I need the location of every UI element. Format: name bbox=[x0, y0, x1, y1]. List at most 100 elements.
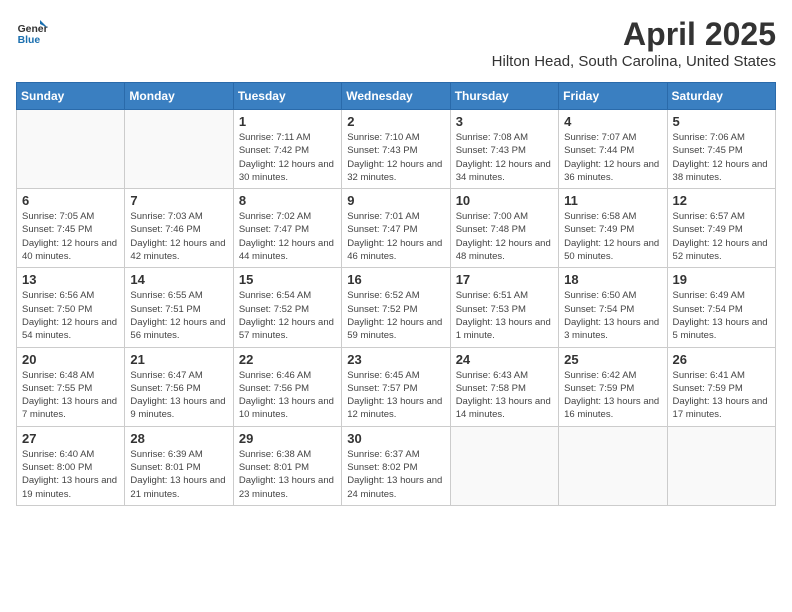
day-info: Sunrise: 6:46 AM Sunset: 7:56 PM Dayligh… bbox=[239, 369, 336, 422]
calendar-week-row: 20 Sunrise: 6:48 AM Sunset: 7:55 PM Dayli… bbox=[17, 347, 776, 426]
calendar-cell bbox=[667, 426, 775, 505]
day-number: 4 bbox=[564, 114, 661, 129]
calendar-week-row: 27 Sunrise: 6:40 AM Sunset: 8:00 PM Dayli… bbox=[17, 426, 776, 505]
calendar-cell: 22 Sunrise: 6:46 AM Sunset: 7:56 PM Dayli… bbox=[233, 347, 341, 426]
day-number: 15 bbox=[239, 272, 336, 287]
calendar-week-row: 13 Sunrise: 6:56 AM Sunset: 7:50 PM Dayli… bbox=[17, 268, 776, 347]
day-number: 19 bbox=[673, 272, 770, 287]
day-info: Sunrise: 7:01 AM Sunset: 7:47 PM Dayligh… bbox=[347, 210, 444, 263]
month-title: April 2025 bbox=[492, 16, 776, 53]
calendar-cell: 3 Sunrise: 7:08 AM Sunset: 7:43 PM Daylig… bbox=[450, 110, 558, 189]
page-header: General Blue April 2025 Hilton Head, Sou… bbox=[16, 16, 776, 70]
day-info: Sunrise: 7:06 AM Sunset: 7:45 PM Dayligh… bbox=[673, 131, 770, 184]
day-header-saturday: Saturday bbox=[667, 83, 775, 110]
day-number: 18 bbox=[564, 272, 661, 287]
logo: General Blue bbox=[16, 16, 48, 48]
calendar-cell: 16 Sunrise: 6:52 AM Sunset: 7:52 PM Dayli… bbox=[342, 268, 450, 347]
calendar-cell: 26 Sunrise: 6:41 AM Sunset: 7:59 PM Dayli… bbox=[667, 347, 775, 426]
day-info: Sunrise: 6:42 AM Sunset: 7:59 PM Dayligh… bbox=[564, 369, 661, 422]
day-info: Sunrise: 6:47 AM Sunset: 7:56 PM Dayligh… bbox=[130, 369, 227, 422]
logo-icon: General Blue bbox=[16, 16, 48, 48]
calendar-cell: 25 Sunrise: 6:42 AM Sunset: 7:59 PM Dayli… bbox=[559, 347, 667, 426]
day-number: 27 bbox=[22, 431, 119, 446]
calendar-table: SundayMondayTuesdayWednesdayThursdayFrid… bbox=[16, 82, 776, 506]
day-number: 23 bbox=[347, 352, 444, 367]
day-number: 30 bbox=[347, 431, 444, 446]
day-info: Sunrise: 6:50 AM Sunset: 7:54 PM Dayligh… bbox=[564, 289, 661, 342]
calendar-cell: 17Sunrise: 6:51 AM Sunset: 7:53 PM Dayli… bbox=[450, 268, 558, 347]
day-number: 22 bbox=[239, 352, 336, 367]
calendar-cell: 19 Sunrise: 6:49 AM Sunset: 7:54 PM Dayli… bbox=[667, 268, 775, 347]
calendar-cell bbox=[17, 110, 125, 189]
calendar-cell: 9 Sunrise: 7:01 AM Sunset: 7:47 PM Daylig… bbox=[342, 189, 450, 268]
day-info: Sunrise: 6:54 AM Sunset: 7:52 PM Dayligh… bbox=[239, 289, 336, 342]
day-header-sunday: Sunday bbox=[17, 83, 125, 110]
day-header-thursday: Thursday bbox=[450, 83, 558, 110]
day-info: Sunrise: 6:49 AM Sunset: 7:54 PM Dayligh… bbox=[673, 289, 770, 342]
location-title: Hilton Head, South Carolina, United Stat… bbox=[492, 53, 776, 70]
day-info: Sunrise: 7:10 AM Sunset: 7:43 PM Dayligh… bbox=[347, 131, 444, 184]
day-number: 21 bbox=[130, 352, 227, 367]
day-info: Sunrise: 6:41 AM Sunset: 7:59 PM Dayligh… bbox=[673, 369, 770, 422]
calendar-cell: 1 Sunrise: 7:11 AM Sunset: 7:42 PM Daylig… bbox=[233, 110, 341, 189]
day-number: 20 bbox=[22, 352, 119, 367]
day-info: Sunrise: 6:51 AM Sunset: 7:53 PM Dayligh… bbox=[456, 289, 553, 342]
day-number: 5 bbox=[673, 114, 770, 129]
day-info: Sunrise: 6:45 AM Sunset: 7:57 PM Dayligh… bbox=[347, 369, 444, 422]
day-info: Sunrise: 6:57 AM Sunset: 7:49 PM Dayligh… bbox=[673, 210, 770, 263]
day-info: Sunrise: 7:00 AM Sunset: 7:48 PM Dayligh… bbox=[456, 210, 553, 263]
day-header-friday: Friday bbox=[559, 83, 667, 110]
day-number: 9 bbox=[347, 193, 444, 208]
day-number: 28 bbox=[130, 431, 227, 446]
day-number: 26 bbox=[673, 352, 770, 367]
calendar-cell: 15 Sunrise: 6:54 AM Sunset: 7:52 PM Dayli… bbox=[233, 268, 341, 347]
calendar-week-row: 6 Sunrise: 7:05 AM Sunset: 7:45 PM Daylig… bbox=[17, 189, 776, 268]
calendar-header-row: SundayMondayTuesdayWednesdayThursdayFrid… bbox=[17, 83, 776, 110]
day-info: Sunrise: 7:03 AM Sunset: 7:46 PM Dayligh… bbox=[130, 210, 227, 263]
calendar-cell: 2 Sunrise: 7:10 AM Sunset: 7:43 PM Daylig… bbox=[342, 110, 450, 189]
day-info: Sunrise: 6:58 AM Sunset: 7:49 PM Dayligh… bbox=[564, 210, 661, 263]
day-info: Sunrise: 6:40 AM Sunset: 8:00 PM Dayligh… bbox=[22, 448, 119, 501]
calendar-cell: 20 Sunrise: 6:48 AM Sunset: 7:55 PM Dayli… bbox=[17, 347, 125, 426]
calendar-cell: 18 Sunrise: 6:50 AM Sunset: 7:54 PM Dayli… bbox=[559, 268, 667, 347]
day-number: 8 bbox=[239, 193, 336, 208]
day-number: 10 bbox=[456, 193, 553, 208]
day-header-tuesday: Tuesday bbox=[233, 83, 341, 110]
day-header-monday: Monday bbox=[125, 83, 233, 110]
day-number: 25 bbox=[564, 352, 661, 367]
day-number: 7 bbox=[130, 193, 227, 208]
day-info: Sunrise: 6:55 AM Sunset: 7:51 PM Dayligh… bbox=[130, 289, 227, 342]
calendar-cell: 8Sunrise: 7:02 AM Sunset: 7:47 PM Daylig… bbox=[233, 189, 341, 268]
day-info: Sunrise: 6:52 AM Sunset: 7:52 PM Dayligh… bbox=[347, 289, 444, 342]
calendar-cell: 4 Sunrise: 7:07 AM Sunset: 7:44 PM Daylig… bbox=[559, 110, 667, 189]
day-info: Sunrise: 7:05 AM Sunset: 7:45 PM Dayligh… bbox=[22, 210, 119, 263]
calendar-cell: 30Sunrise: 6:37 AM Sunset: 8:02 PM Dayli… bbox=[342, 426, 450, 505]
day-info: Sunrise: 6:43 AM Sunset: 7:58 PM Dayligh… bbox=[456, 369, 553, 422]
day-number: 2 bbox=[347, 114, 444, 129]
calendar-cell: 27 Sunrise: 6:40 AM Sunset: 8:00 PM Dayli… bbox=[17, 426, 125, 505]
calendar-cell: 10 Sunrise: 7:00 AM Sunset: 7:48 PM Dayli… bbox=[450, 189, 558, 268]
day-info: Sunrise: 6:48 AM Sunset: 7:55 PM Dayligh… bbox=[22, 369, 119, 422]
day-number: 6 bbox=[22, 193, 119, 208]
calendar-cell: 14Sunrise: 6:55 AM Sunset: 7:51 PM Dayli… bbox=[125, 268, 233, 347]
day-number: 12 bbox=[673, 193, 770, 208]
calendar-cell: 29Sunrise: 6:38 AM Sunset: 8:01 PM Dayli… bbox=[233, 426, 341, 505]
day-number: 13 bbox=[22, 272, 119, 287]
day-header-wednesday: Wednesday bbox=[342, 83, 450, 110]
day-number: 16 bbox=[347, 272, 444, 287]
calendar-cell: 21 Sunrise: 6:47 AM Sunset: 7:56 PM Dayli… bbox=[125, 347, 233, 426]
day-info: Sunrise: 6:38 AM Sunset: 8:01 PM Dayligh… bbox=[239, 448, 336, 501]
calendar-cell: 5 Sunrise: 7:06 AM Sunset: 7:45 PM Daylig… bbox=[667, 110, 775, 189]
day-info: Sunrise: 7:08 AM Sunset: 7:43 PM Dayligh… bbox=[456, 131, 553, 184]
calendar-cell: 11Sunrise: 6:58 AM Sunset: 7:49 PM Dayli… bbox=[559, 189, 667, 268]
day-info: Sunrise: 7:07 AM Sunset: 7:44 PM Dayligh… bbox=[564, 131, 661, 184]
day-info: Sunrise: 6:56 AM Sunset: 7:50 PM Dayligh… bbox=[22, 289, 119, 342]
calendar-cell bbox=[450, 426, 558, 505]
calendar-cell: 28 Sunrise: 6:39 AM Sunset: 8:01 PM Dayli… bbox=[125, 426, 233, 505]
day-info: Sunrise: 6:39 AM Sunset: 8:01 PM Dayligh… bbox=[130, 448, 227, 501]
calendar-cell bbox=[559, 426, 667, 505]
day-info: Sunrise: 7:11 AM Sunset: 7:42 PM Dayligh… bbox=[239, 131, 336, 184]
day-number: 3 bbox=[456, 114, 553, 129]
day-number: 1 bbox=[239, 114, 336, 129]
calendar-cell: 12 Sunrise: 6:57 AM Sunset: 7:49 PM Dayli… bbox=[667, 189, 775, 268]
